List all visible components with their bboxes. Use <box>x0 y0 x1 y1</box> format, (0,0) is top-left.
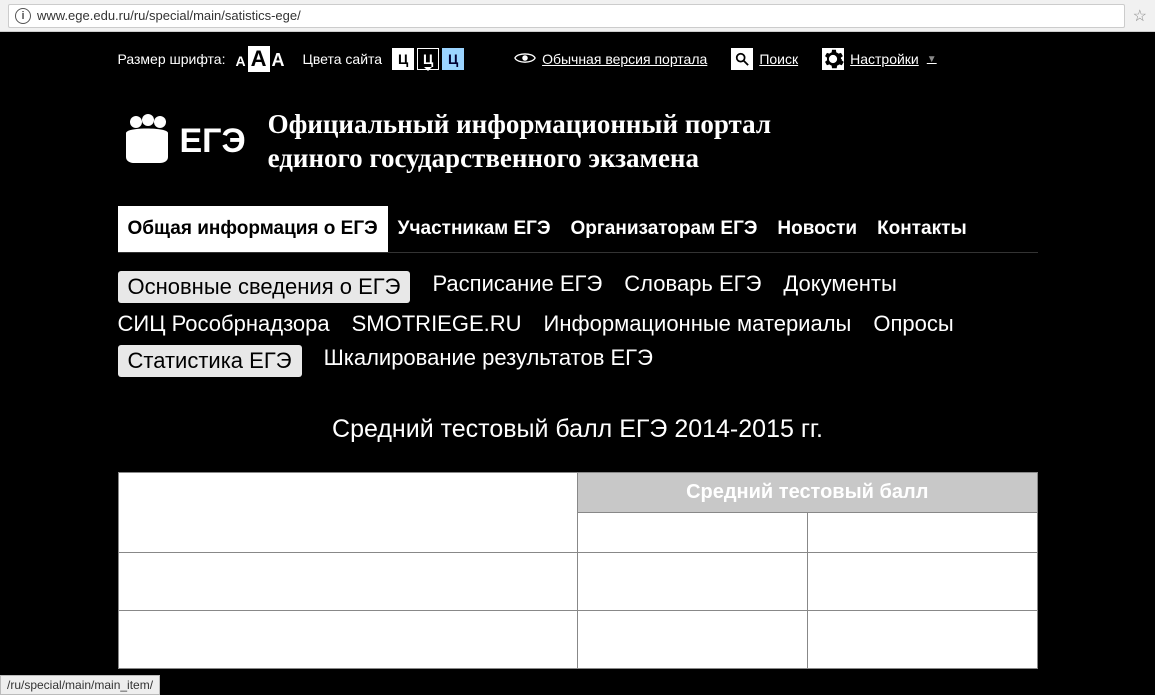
font-size-small[interactable]: А <box>236 53 246 69</box>
subnav-info-materials[interactable]: Информационные материалы <box>544 311 852 337</box>
subnav-documents[interactable]: Документы <box>783 271 896 303</box>
page-heading: Средний тестовый балл ЕГЭ 2014-2015 гг. <box>118 415 1038 444</box>
normal-version-link[interactable]: Обычная версия портала <box>514 50 707 69</box>
tab-contacts[interactable]: Контакты <box>867 206 977 252</box>
tab-news[interactable]: Новости <box>767 206 867 252</box>
site-info-icon[interactable]: i <box>15 8 31 24</box>
tab-general-info[interactable]: Общая информация о ЕГЭ <box>118 206 388 252</box>
table-cell <box>118 610 578 668</box>
search-icon <box>731 48 753 70</box>
font-size-large[interactable]: А <box>272 50 285 71</box>
font-size-label: Размер шрифта: <box>118 51 226 67</box>
subnav-smotriege[interactable]: SMOTRIEGE.RU <box>352 311 522 337</box>
color-scheme-light[interactable]: Ц <box>392 48 414 70</box>
tab-participants[interactable]: Участникам ЕГЭ <box>388 206 561 252</box>
subnav-sic[interactable]: СИЦ Рособрнадзора <box>118 311 330 337</box>
settings-label: Настройки <box>850 51 919 67</box>
browser-address-bar: i www.ege.edu.ru/ru/special/main/satisti… <box>0 0 1155 32</box>
chevron-down-icon: ▼ <box>927 54 937 65</box>
stats-table: Средний тестовый балл <box>118 472 1038 669</box>
page-body: Размер шрифта: А А А Цвета сайта Ц Ц Ц О… <box>0 32 1155 695</box>
font-size-medium[interactable]: А <box>248 46 270 72</box>
logo-mark-icon <box>118 113 176 170</box>
color-scheme-dark[interactable]: Ц <box>417 48 439 70</box>
subnav-schedule[interactable]: Расписание ЕГЭ <box>432 271 602 303</box>
gear-icon <box>822 48 844 70</box>
browser-status-bar: /ru/special/main/main_item/ <box>0 675 160 695</box>
site-header: ЕГЭ Официальный информационный портал ед… <box>118 82 1038 206</box>
colors-label: Цвета сайта <box>303 51 383 67</box>
site-title-line2: единого государственного экзамена <box>268 142 771 176</box>
subnav-basic-info[interactable]: Основные сведения о ЕГЭ <box>118 271 411 303</box>
site-title-line1: Официальный информационный портал <box>268 108 771 142</box>
eye-icon <box>514 50 536 69</box>
subnav-scaling[interactable]: Шкалирование результатов ЕГЭ <box>324 345 653 377</box>
url-field[interactable]: i www.ege.edu.ru/ru/special/main/satisti… <box>8 4 1125 28</box>
search-link[interactable]: Поиск <box>731 48 798 70</box>
subnav-statistics[interactable]: Статистика ЕГЭ <box>118 345 302 377</box>
search-label: Поиск <box>759 51 798 67</box>
settings-link[interactable]: Настройки ▼ <box>822 48 937 70</box>
color-scheme-switcher: Ц Ц Ц <box>392 48 464 70</box>
subnav-dictionary[interactable]: Словарь ЕГЭ <box>624 271 761 303</box>
normal-version-label: Обычная версия портала <box>542 51 707 67</box>
table-header-blank <box>118 472 578 552</box>
logo-text: ЕГЭ <box>180 122 246 161</box>
table-cell <box>807 552 1037 610</box>
subnav-polls[interactable]: Опросы <box>873 311 953 337</box>
accessibility-toolbar: Размер шрифта: А А А Цвета сайта Ц Ц Ц О… <box>118 32 1038 82</box>
primary-nav: Общая информация о ЕГЭ Участникам ЕГЭ Ор… <box>118 206 1038 253</box>
tab-organizers[interactable]: Организаторам ЕГЭ <box>560 206 767 252</box>
main-content: Средний тестовый балл ЕГЭ 2014-2015 гг. … <box>118 387 1038 669</box>
site-logo[interactable]: ЕГЭ <box>118 113 246 170</box>
font-size-switcher: А А А <box>236 46 285 72</box>
color-scheme-blue[interactable]: Ц <box>442 48 464 70</box>
table-row <box>118 610 1037 668</box>
table-cell <box>578 610 808 668</box>
table-cell <box>578 552 808 610</box>
sub-nav: Основные сведения о ЕГЭ Расписание ЕГЭ С… <box>118 253 1038 387</box>
url-text: www.ege.edu.ru/ru/special/main/satistics… <box>37 8 301 23</box>
table-cell <box>807 610 1037 668</box>
table-row <box>118 552 1037 610</box>
table-header-score: Средний тестовый балл <box>578 472 1038 512</box>
site-title: Официальный информационный портал единог… <box>268 108 771 176</box>
table-cell <box>118 552 578 610</box>
table-subheader-1 <box>578 512 808 552</box>
bookmark-star-icon[interactable]: ☆ <box>1133 6 1147 26</box>
table-subheader-2 <box>807 512 1037 552</box>
